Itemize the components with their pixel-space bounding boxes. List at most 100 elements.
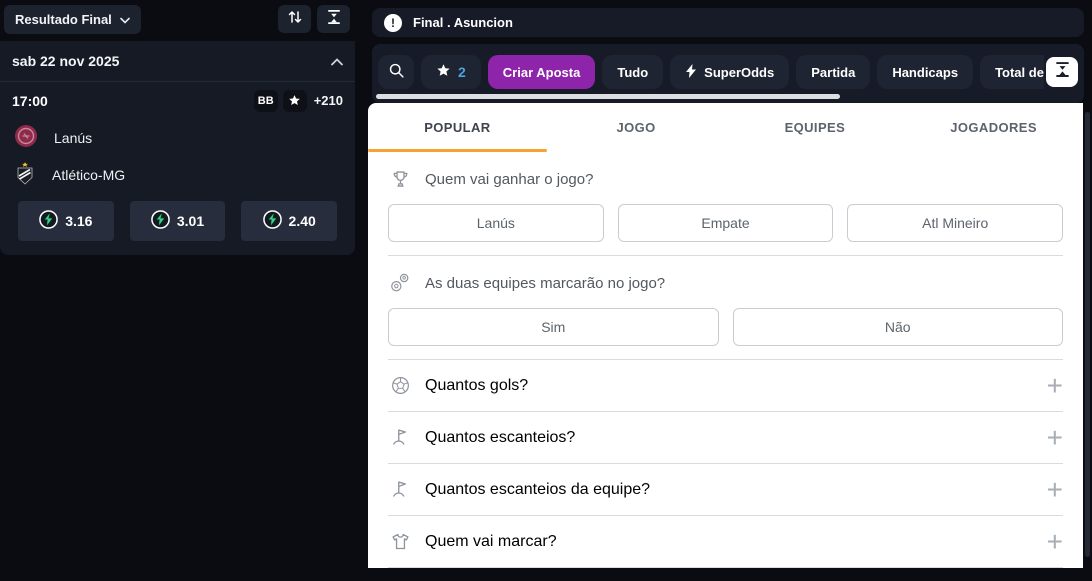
collapse-icon (1054, 61, 1071, 83)
trophy-icon (388, 167, 412, 191)
two-balls-icon (388, 271, 412, 295)
filter-chip-label: Criar Aposta (502, 64, 581, 80)
market-section-header: As duas equipes marcarão no jogo? (388, 271, 1063, 295)
option-row: Sim Não (388, 308, 1063, 346)
filter-chip-label: SuperOdds (704, 64, 775, 80)
vertical-scrollbar[interactable] (1085, 112, 1090, 557)
match-card: sab 22 nov 2025 17:00 BB +210 Lanús Atlé… (0, 41, 355, 255)
bet-builder-badge: BB (253, 89, 278, 112)
market-section-expanded: Quem vai ganhar o jogo? Lanús Empate Atl Mi… (388, 152, 1064, 242)
corner-flag-icon (388, 478, 412, 502)
info-alert-icon: ! (384, 13, 402, 32)
search-button[interactable] (378, 55, 414, 89)
away-team-row[interactable]: Atlético-MG (0, 156, 355, 193)
market-filter-dropdown[interactable]: Resultado Final (4, 4, 141, 34)
main-area: ! Final . Asuncion 2 Criar Aposta Tudo S… (368, 0, 1092, 581)
sort-button[interactable] (278, 5, 311, 33)
odds-value: 2.40 (288, 213, 316, 229)
lightning-icon (685, 63, 697, 81)
odds-button[interactable]: 3.01 (129, 201, 226, 241)
filter-chip[interactable]: Criar Aposta (487, 55, 596, 89)
shirt-icon (388, 530, 412, 554)
lanus-logo (14, 124, 38, 151)
filter-chip[interactable]: Tudo (602, 55, 664, 89)
odds-value: 3.16 (65, 213, 93, 229)
filter-chip[interactable]: SuperOdds (670, 55, 790, 89)
filter-chip[interactable]: Partida (796, 55, 871, 89)
collapse-icon (326, 9, 342, 30)
match-meta-row: 17:00 BB +210 (0, 82, 355, 119)
filter-chips-row: 2 Criar Aposta Tudo SuperOdds Partida Handic… (378, 55, 1044, 89)
expand-plus-icon[interactable]: + (1047, 371, 1063, 399)
market-filter-label: Resultado Final (15, 11, 112, 27)
date-group-header[interactable]: sab 22 nov 2025 (0, 41, 355, 82)
chevron-down-icon (119, 12, 130, 27)
market-section-header: Quem vai ganhar o jogo? (388, 167, 1063, 191)
event-title: Final . Asuncion (413, 15, 513, 30)
atletico-mg-logo (14, 161, 36, 188)
market-section-collapsed[interactable]: Quantos escanteios da equipe? + (388, 464, 1063, 515)
filter-chip[interactable]: Total de gols (980, 55, 1044, 89)
option-button[interactable]: Não (732, 308, 1063, 346)
active-tab-underline (368, 149, 547, 152)
market-question: Quantos gols? (425, 376, 529, 394)
horizontal-scrollbar[interactable] (376, 94, 840, 99)
markets-panel: POPULAR JOGO EQUIPES JOGADORES Quem vai gan… (368, 103, 1083, 568)
filter-chip-label: Partida (811, 64, 856, 80)
match-time: 17:00 (12, 92, 48, 109)
expand-plus-icon[interactable]: + (1047, 423, 1063, 451)
bolt-circle-icon (151, 210, 170, 232)
market-section-collapsed[interactable]: Quantos gols? + (388, 360, 1063, 411)
option-button[interactable]: Atl Mineiro (847, 204, 1064, 242)
tab-equipes[interactable]: EQUIPES (726, 103, 905, 152)
market-section-collapsed[interactable]: Quantos escanteios? + (388, 412, 1063, 463)
collapse-all-sidebar-button[interactable] (317, 5, 350, 33)
search-icon (388, 62, 405, 82)
event-header: ! Final . Asuncion (372, 8, 1084, 37)
market-section-expanded: As duas equipes marcarão no jogo? Sim Não (388, 256, 1063, 346)
filter-chip-label: Handicaps (892, 64, 959, 80)
date-label: sab 22 nov 2025 (12, 53, 120, 69)
market-question: Quem vai ganhar o jogo? (425, 170, 594, 188)
market-question: Quantos escanteios? (425, 428, 576, 446)
option-button[interactable]: Empate (617, 204, 834, 242)
tab-jogo[interactable]: JOGO (547, 103, 726, 152)
boost-odds-label: +210 (313, 93, 343, 108)
sidebar-toolbar: Resultado Final (4, 4, 350, 34)
market-question: As duas equipes marcarão no jogo? (425, 274, 666, 292)
market-tabs: POPULAR JOGO EQUIPES JOGADORES (368, 103, 1083, 152)
odds-button[interactable]: 2.40 (241, 201, 338, 241)
bolt-circle-icon (39, 210, 59, 232)
soccer-ball-icon (388, 374, 412, 398)
filter-chip[interactable]: Handicaps (877, 55, 974, 89)
market-filters-bar: 2 Criar Aposta Tudo SuperOdds Partida Handic… (372, 44, 1084, 103)
tab-popular[interactable]: POPULAR (368, 103, 547, 152)
odds-value: 3.01 (176, 213, 205, 229)
filter-chip-label: Tudo (617, 64, 649, 80)
collapse-all-markets-button[interactable] (1046, 57, 1078, 87)
away-team-name: Atlético-MG (52, 166, 126, 183)
section-divider (388, 567, 1063, 568)
odds-row: 3.16 3.01 2.40 (0, 193, 355, 247)
market-section-collapsed[interactable]: Quem vai marcar? + (388, 516, 1063, 567)
favorites-count: 2 (458, 64, 466, 80)
chevron-up-icon (331, 53, 343, 69)
favorites-chip[interactable]: 2 (421, 55, 481, 89)
odds-button[interactable]: 3.16 (18, 201, 114, 241)
market-question: Quem vai marcar? (425, 532, 557, 550)
bolt-circle-icon (262, 210, 282, 232)
tab-jogadores[interactable]: JOGADORES (904, 103, 1083, 152)
sidebar: Resultado Final sab 22 nov 2025 17:00 BB… (0, 0, 356, 581)
option-button[interactable]: Lanús (388, 204, 604, 242)
betting-app: Resultado Final sab 22 nov 2025 17:00 BB… (0, 0, 1092, 581)
expand-plus-icon[interactable]: + (1047, 527, 1063, 555)
favorite-star-badge[interactable] (282, 89, 307, 112)
corner-flag-icon (388, 426, 412, 450)
option-row: Lanús Empate Atl Mineiro (388, 204, 1064, 242)
expand-plus-icon[interactable]: + (1047, 475, 1063, 503)
filter-chip-label: Total de gols (995, 64, 1044, 80)
home-team-row[interactable]: Lanús (0, 119, 355, 156)
option-button[interactable]: Sim (388, 308, 719, 346)
market-sections: Quem vai ganhar o jogo? Lanús Empate Atl Mi… (368, 152, 1083, 568)
home-team-name: Lanús (54, 129, 93, 146)
